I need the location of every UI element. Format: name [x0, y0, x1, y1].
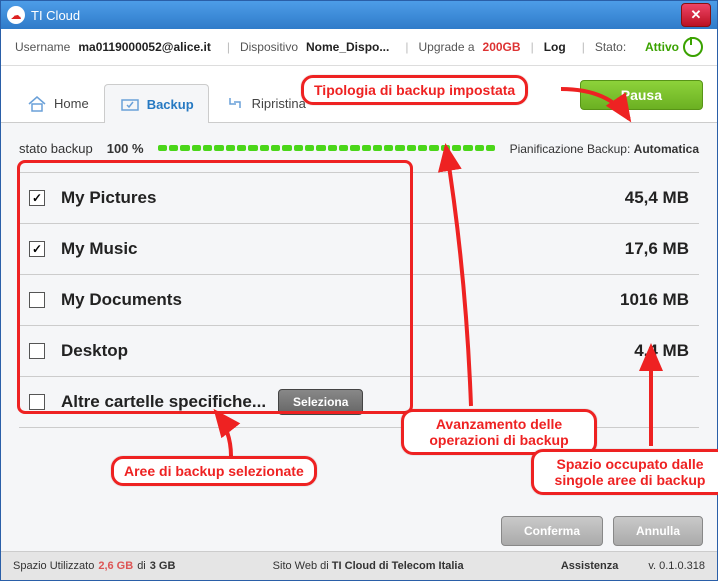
- cancel-button[interactable]: Annulla: [613, 516, 703, 546]
- power-icon[interactable]: [683, 37, 703, 57]
- confirm-button[interactable]: Conferma: [501, 516, 603, 546]
- home-icon: [26, 94, 48, 112]
- plan: Pianificazione Backup: Automatica: [510, 142, 699, 156]
- footer: Spazio Utilizzato 2,6 GB di 3 GB Sito We…: [1, 551, 717, 580]
- highlight-folders: [17, 160, 413, 414]
- username-value: ma0119000052@alice.it: [78, 40, 210, 54]
- space-total: 3 GB: [150, 560, 176, 572]
- state-label: Stato:: [595, 40, 626, 54]
- upgrade-label: Upgrade a: [418, 40, 474, 54]
- callout-size: Spazio occupato dalle singole aree di ba…: [531, 449, 718, 495]
- backup-icon: [119, 95, 141, 113]
- title-bar: ☁ TI Cloud ✕: [1, 1, 717, 29]
- state-value: Attivo: [645, 37, 703, 57]
- callout-backup-type: Tipologia di backup impostata: [301, 75, 528, 105]
- arrow-icon: [201, 406, 261, 461]
- info-toolbar: Username ma0119000052@alice.it | Disposi…: [1, 29, 717, 66]
- arrow-icon: [431, 141, 491, 411]
- cloud-icon: ☁: [7, 6, 25, 24]
- status-percent: 100 %: [107, 141, 144, 156]
- action-row: Conferma Annulla: [501, 516, 703, 546]
- app-window: ☁ TI Cloud ✕ Username ma0119000052@alice…: [0, 0, 718, 581]
- arrow-icon: [559, 79, 639, 129]
- version: v. 0.1.0.318: [648, 560, 705, 572]
- space-label: Spazio Utilizzato: [13, 560, 94, 572]
- device-label: Dispositivo: [240, 40, 298, 54]
- tab-backup[interactable]: Backup: [104, 84, 209, 123]
- footer-site[interactable]: Sito Web di TI Cloud di Telecom Italia: [175, 560, 560, 572]
- callout-areas: Aree di backup selezionate: [111, 456, 317, 486]
- device-value: Nome_Dispo...: [306, 40, 389, 54]
- space-used: 2,6 GB: [98, 560, 133, 572]
- log-link[interactable]: Log: [544, 40, 566, 54]
- username-label: Username: [15, 40, 70, 54]
- window-title: TI Cloud: [31, 8, 681, 23]
- arrow-icon: [631, 341, 671, 451]
- status-row: stato backup 100 % Pianificazione Backup…: [19, 141, 699, 156]
- tab-home[interactable]: Home: [11, 83, 104, 122]
- status-label: stato backup: [19, 141, 93, 156]
- restore-icon: [224, 94, 246, 112]
- upgrade-link[interactable]: 200GB: [483, 40, 521, 54]
- assist-link[interactable]: Assistenza: [561, 560, 618, 572]
- close-button[interactable]: ✕: [681, 3, 711, 27]
